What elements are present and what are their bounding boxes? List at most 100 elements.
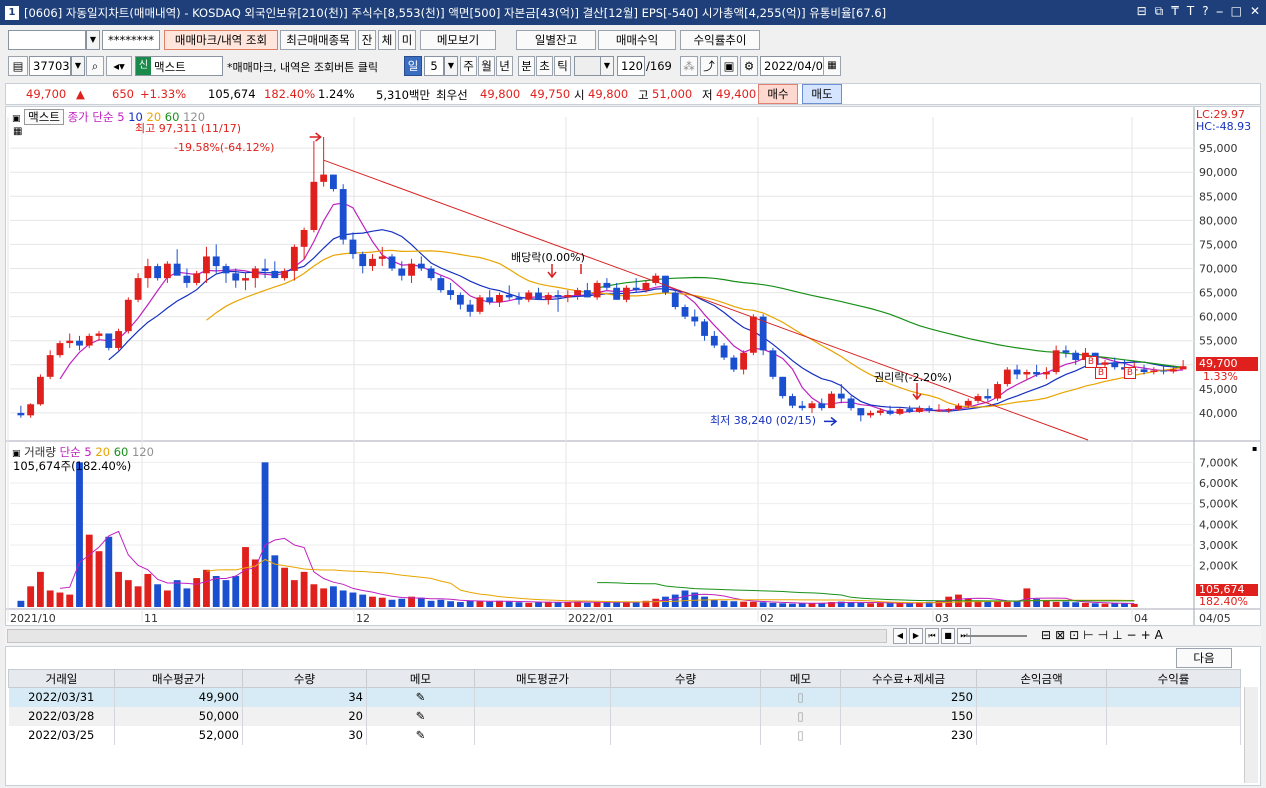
rewind-icon[interactable]: ⏮ [925,628,939,644]
stock-code-input[interactable]: 377030 [29,56,71,76]
price-tick-label: 95,000 [1199,142,1238,155]
pane-close-icon[interactable]: ▪ [1252,444,1257,453]
link-chart-icon[interactable]: ⁂ [680,56,698,76]
zoom-out-icon[interactable]: − [1127,628,1137,642]
period-day-button[interactable]: 일 [404,56,422,76]
trade-mark-query-button[interactable]: 매매마크/내역 조회 [164,30,278,50]
col-sell-qty[interactable]: 수량 [610,669,761,688]
stock-chart[interactable]: 95,000 90,000 85,000 80,000 75,000 70,000 65,0… [6,107,1260,625]
volume-bar [1072,602,1080,607]
code-dropdown-icon[interactable]: ▼ [71,56,85,76]
stock-name-box[interactable]: 신 맥스트 [135,56,223,76]
memo-view-button[interactable]: 메모보기 [420,30,496,50]
col-fees[interactable]: 수수료+제세금 [840,669,977,688]
zoom-slider[interactable] [967,635,1027,637]
stop-icon[interactable]: ■ [941,628,955,644]
buy-button[interactable]: 매수 [758,84,798,104]
period-tick-button[interactable]: 틱 [554,56,571,76]
chart-area[interactable]: 95,000 90,000 85,000 80,000 75,000 70,000 65,0… [5,106,1261,626]
account-dropdown-icon[interactable]: ▼ [86,30,100,50]
candle-body [906,409,914,412]
layout-icon[interactable]: ▤ [8,56,28,76]
data-table-icon[interactable]: ▦ [13,126,22,137]
restore-tile-icon[interactable]: ⊟ [1137,4,1147,19]
tool-right-icon[interactable]: ⊣ [1098,628,1108,642]
date-input[interactable]: 2022/04/05 [760,56,824,76]
calendar-icon[interactable]: ▦ [823,56,841,76]
font-icon[interactable]: T [1187,4,1194,19]
zoom-in-icon[interactable]: + [1141,628,1151,642]
account-input[interactable] [8,30,86,50]
window-icon[interactable]: 1 [5,5,19,20]
sell-button[interactable]: 매도 [802,84,842,104]
period-minute-button[interactable]: 분 [518,56,535,76]
return-trend-button[interactable]: 수익률추이 [680,30,760,50]
best-bid: 49,750 [530,87,571,101]
search-icon[interactable]: ⌕ [86,56,104,76]
period-dropdown-icon[interactable]: ▼ [444,56,458,76]
col-buy-qty[interactable]: 수량 [242,669,367,688]
minimize-icon[interactable]: ⎯ [1217,4,1223,19]
save-icon[interactable]: ▣ [720,56,738,76]
password-field[interactable]: ******** [102,30,160,50]
speaker-icon[interactable]: ◂▾ [106,56,132,76]
memo-edit-icon[interactable]: ✎ [366,725,475,745]
grid-scrollbar[interactable] [1244,687,1258,783]
tick-unit-input[interactable] [574,56,602,76]
period-week-button[interactable]: 주 [460,56,477,76]
balance-button[interactable]: 잔 [358,30,376,50]
unfilled-button[interactable]: 미 [398,30,416,50]
recent-trades-button[interactable]: 최근매매종목 [280,30,356,50]
filled-button[interactable]: 체 [378,30,396,50]
tool-left-icon[interactable]: ⊢ [1083,628,1093,642]
display-count-input[interactable]: 120 [617,56,645,76]
chart-scrollbar[interactable] [7,629,887,643]
volume-bar [27,586,35,607]
draw-trend-icon[interactable]: ⤴ [700,56,718,76]
col-pnl[interactable]: 손익금액 [976,669,1107,688]
candle-body [486,297,494,303]
buy-mark[interactable]: B [1095,367,1107,379]
close-icon[interactable]: ✕ [1250,4,1260,19]
memo-page-icon[interactable]: ▯ [760,687,841,707]
next-button[interactable]: 다음 [1176,648,1232,668]
legend-stock-name[interactable]: 맥스트 [24,109,64,125]
col-sell-memo[interactable]: 메모 [760,669,841,688]
period-month-button[interactable]: 월 [478,56,495,76]
memo-page-icon[interactable]: ▯ [760,706,841,726]
maximize-icon[interactable]: □ [1231,4,1242,19]
font-size-icon[interactable]: A [1155,628,1163,642]
memo-edit-icon[interactable]: ✎ [366,687,475,707]
col-sell-avg[interactable]: 매도평균가 [474,669,611,688]
col-buy-memo[interactable]: 메모 [366,669,475,688]
col-trade-date[interactable]: 거래일 [8,669,115,688]
table-row[interactable]: 2022/03/28 50,000 20 ✎ ▯ 150 [8,706,1241,726]
settings-gear-icon[interactable]: ⚙ [740,56,758,76]
table-row[interactable]: 2022/03/25 52,000 30 ✎ ▯ 230 [8,725,1241,745]
daily-balance-button[interactable]: 일별잔고 [516,30,596,50]
tool-select-icon[interactable]: ⊡ [1069,628,1079,642]
period-year-button[interactable]: 년 [496,56,513,76]
tool-box-icon[interactable]: ⊟ [1041,628,1051,642]
memo-page-icon[interactable]: ▯ [760,725,841,745]
col-buy-avg[interactable]: 매수평균가 [114,669,243,688]
tick-dropdown-icon[interactable]: ▼ [600,56,614,76]
buy-mark[interactable]: B [1124,367,1136,379]
link-icon[interactable]: ⧉ [1155,4,1164,19]
trade-profit-button[interactable]: 매매수익 [598,30,676,50]
window-title: [0606] 자동일지차트(매매내역) - KOSDAQ 외국인보유[210(천… [24,5,887,20]
help-icon[interactable]: ? [1202,4,1208,19]
pin-icon[interactable]: ₸ [1171,4,1179,19]
period-second-button[interactable]: 초 [536,56,553,76]
memo-edit-icon[interactable]: ✎ [366,706,475,726]
scroll-right-icon[interactable]: ▶ [909,628,923,644]
legend-box-icon[interactable]: ▣ [12,114,21,124]
tool-grid-icon[interactable]: ⊠ [1055,628,1065,642]
scroll-left-icon[interactable]: ◀ [893,628,907,644]
col-return[interactable]: 수익률 [1106,669,1241,688]
tool-base-icon[interactable]: ⊥ [1112,628,1122,642]
table-row[interactable]: 2022/03/31 49,900 34 ✎ ▯ 250 [8,687,1241,707]
x-tick-label: 11 [144,612,158,625]
period-value-input[interactable]: 5 [424,56,444,76]
volume-bar [66,594,74,607]
